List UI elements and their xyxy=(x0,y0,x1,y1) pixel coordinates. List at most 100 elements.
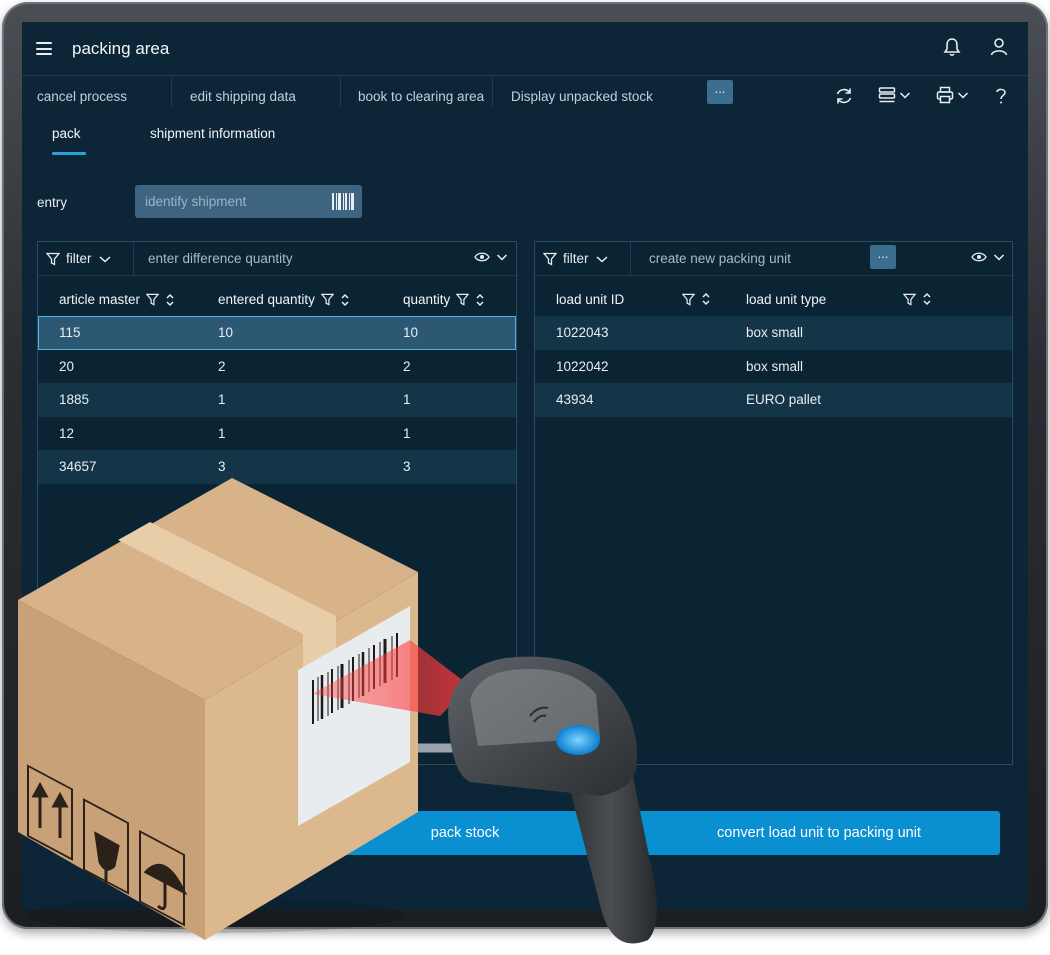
view-options-dropdown[interactable] xyxy=(971,251,1005,263)
column-label: load unit ID xyxy=(556,292,625,307)
sort-icon[interactable] xyxy=(701,292,711,306)
layout-menu[interactable] xyxy=(878,86,911,104)
bell-icon[interactable] xyxy=(943,37,961,57)
refresh-icon[interactable] xyxy=(834,86,854,106)
tab-shipment-information[interactable]: shipment information xyxy=(150,126,275,141)
column-header-load-unit-type: load unit type xyxy=(746,292,826,307)
edit-shipping-data-button[interactable]: edit shipping data xyxy=(190,89,296,104)
table-row[interactable]: 34657 3 3 xyxy=(38,450,516,484)
help-icon[interactable] xyxy=(994,86,1008,106)
user-icon[interactable] xyxy=(990,37,1008,57)
app-screen: packing area cancel process edit shippin… xyxy=(22,22,1028,910)
toolbar-divider xyxy=(492,76,493,106)
entry-label: entry xyxy=(37,195,68,210)
cell-load-unit-id: 1022043 xyxy=(556,325,609,340)
cell-quantity: 2 xyxy=(403,358,411,374)
packing-unit-more-button[interactable]: ... xyxy=(870,245,896,269)
print-menu[interactable] xyxy=(936,86,969,104)
sort-icon[interactable] xyxy=(165,293,175,307)
cell-quantity: 10 xyxy=(403,325,419,340)
table-row[interactable]: 43934 EURO pallet xyxy=(535,383,1012,417)
filter-icon[interactable] xyxy=(320,293,334,306)
cell-article-master: 1885 xyxy=(59,392,90,407)
cell-entered-quantity: 1 xyxy=(218,425,226,441)
convert-load-unit-button[interactable]: convert load unit to packing unit xyxy=(638,811,1000,855)
eye-icon xyxy=(971,252,987,262)
toolbar-divider xyxy=(171,76,172,106)
sort-icon[interactable] xyxy=(340,293,350,307)
app-header: packing area xyxy=(22,22,1028,76)
menu-icon[interactable] xyxy=(36,42,52,55)
cell-quantity: 1 xyxy=(403,425,411,441)
table-row[interactable]: 1885 1 1 xyxy=(38,383,516,417)
table-row[interactable]: 1022042 box small xyxy=(535,350,1012,384)
panel-header: filter create new packing unit ... xyxy=(535,242,1012,276)
eye-icon xyxy=(474,252,490,262)
cell-article-master: 12 xyxy=(59,425,75,441)
articles-table-body: 115 10 10 20 2 2 1885 1 1 12 1 1 34657 3 xyxy=(38,316,516,484)
identify-shipment-field[interactable] xyxy=(135,185,362,218)
filter-icon xyxy=(46,252,60,266)
active-tab-indicator xyxy=(52,152,86,155)
chevron-down-icon xyxy=(993,254,1005,261)
pack-stock-button[interactable]: pack stock xyxy=(292,811,638,855)
filter-icon[interactable] xyxy=(682,293,695,306)
cell-article-master: 20 xyxy=(59,358,75,374)
create-new-packing-unit-button[interactable]: create new packing unit xyxy=(649,251,791,266)
cell-load-unit-type: box small xyxy=(746,325,804,340)
sort-icon[interactable] xyxy=(475,293,485,307)
column-header-entered-quantity: entered quantity xyxy=(218,292,350,307)
display-unpacked-stock-button[interactable]: Display unpacked stock xyxy=(511,89,653,104)
column-label: entered quantity xyxy=(218,292,315,307)
filter-dropdown[interactable]: filter xyxy=(543,251,609,266)
page-title: packing area xyxy=(72,39,170,58)
column-label: article master xyxy=(59,292,141,307)
cell-entered-quantity: 10 xyxy=(218,325,234,340)
cell-article-master: 34657 xyxy=(59,459,97,474)
layout-icon xyxy=(878,87,896,103)
column-header-load-unit-id: load unit ID xyxy=(556,292,624,307)
packing-units-table-body: 1022043 box small 1022042 box small 4393… xyxy=(535,316,1012,417)
filter-icon xyxy=(543,252,557,266)
chevron-down-icon xyxy=(957,92,969,99)
cell-load-unit-type: box small xyxy=(746,358,804,374)
filter-icon[interactable] xyxy=(903,293,916,306)
cell-quantity: 3 xyxy=(403,459,411,474)
table-row[interactable]: 1022043 box small xyxy=(535,316,1012,350)
filter-icon[interactable] xyxy=(146,293,160,306)
enter-difference-quantity-button[interactable]: enter difference quantity xyxy=(148,251,293,266)
identify-shipment-input[interactable] xyxy=(145,185,325,218)
cell-load-unit-type: EURO pallet xyxy=(746,392,822,407)
cell-load-unit-id: 43934 xyxy=(556,392,594,407)
column-label: load unit type xyxy=(746,292,827,307)
filter-label: filter xyxy=(66,251,92,266)
header-divider xyxy=(630,242,631,275)
sort-icon[interactable] xyxy=(922,292,932,306)
column-header-load-unit-type-controls xyxy=(903,292,932,306)
table-row[interactable]: 12 1 1 xyxy=(38,417,516,451)
articles-panel: filter enter difference quantity article… xyxy=(37,241,517,765)
cell-load-unit-id: 1022042 xyxy=(556,358,609,374)
chevron-down-icon xyxy=(899,92,911,99)
table-row[interactable]: 115 10 10 xyxy=(38,316,516,350)
book-to-clearing-area-button[interactable]: book to clearing area xyxy=(358,89,484,104)
filter-dropdown[interactable]: filter xyxy=(46,251,112,266)
cell-article-master: 115 xyxy=(59,325,81,340)
tab-pack[interactable]: pack xyxy=(52,126,81,141)
chevron-down-icon xyxy=(99,255,111,263)
action-toolbar: cancel process edit shipping data book t… xyxy=(22,76,1028,116)
filter-label: filter xyxy=(563,251,589,266)
panel-header: filter enter difference quantity xyxy=(38,242,516,276)
table-row[interactable]: 20 2 2 xyxy=(38,350,516,384)
cell-quantity: 1 xyxy=(403,392,411,407)
barcode-icon[interactable] xyxy=(332,193,354,210)
cancel-process-button[interactable]: cancel process xyxy=(37,89,127,104)
toolbar-more-button[interactable]: ... xyxy=(707,80,733,104)
print-icon xyxy=(936,86,954,104)
chevron-down-icon xyxy=(596,255,608,263)
filter-icon[interactable] xyxy=(456,293,470,306)
chevron-down-icon xyxy=(496,254,508,261)
cell-entered-quantity: 2 xyxy=(218,358,226,374)
column-header-article-master: article master xyxy=(59,292,175,307)
view-options-dropdown[interactable] xyxy=(474,251,508,263)
